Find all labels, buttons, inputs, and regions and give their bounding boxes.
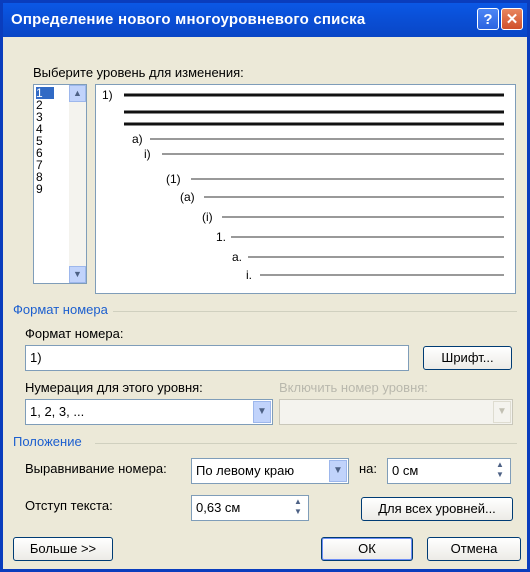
preview-label-7: 1. bbox=[216, 230, 226, 244]
indent-spinbox[interactable]: 0,63 см ▲ ▼ bbox=[191, 495, 309, 521]
all-levels-button[interactable]: Для всех уровней... bbox=[361, 497, 513, 521]
level-scrollbar[interactable]: ▲ ▼ bbox=[69, 85, 86, 283]
preview-label-5: (а) bbox=[180, 190, 195, 204]
close-icon: ✕ bbox=[505, 11, 519, 28]
include-level-label: Включить номер уровня: bbox=[279, 380, 428, 395]
help-button[interactable]: ? bbox=[477, 8, 499, 30]
more-button[interactable]: Больше >> bbox=[13, 537, 113, 561]
preview-label-4: (1) bbox=[166, 172, 181, 186]
section-divider bbox=[95, 443, 517, 444]
chevron-down-icon[interactable]: ▼ bbox=[329, 460, 347, 482]
scroll-up-icon[interactable]: ▲ bbox=[69, 85, 86, 102]
font-button[interactable]: Шрифт... bbox=[423, 346, 512, 370]
list-preview: 1) а) i) (1) (а) (i) 1. а. i. bbox=[95, 84, 516, 294]
chevron-down-icon[interactable]: ▼ bbox=[253, 401, 271, 423]
at-value: 0 см bbox=[392, 463, 419, 478]
include-level-select: ▼ bbox=[279, 399, 513, 425]
alignment-value: По левому краю bbox=[196, 463, 295, 478]
number-format-section-title: Формат номера bbox=[13, 302, 108, 317]
ok-button[interactable]: ОК bbox=[321, 537, 413, 561]
position-section-title: Положение bbox=[13, 434, 82, 449]
spin-arrows-icon[interactable]: ▲ ▼ bbox=[491, 460, 509, 482]
spin-arrows-icon[interactable]: ▲ ▼ bbox=[289, 497, 307, 519]
at-label: на: bbox=[359, 461, 378, 476]
section-divider bbox=[113, 311, 517, 312]
alignment-select[interactable]: По левому краю ▼ bbox=[191, 458, 349, 484]
alignment-label: Выравнивание номера: bbox=[25, 461, 167, 476]
indent-label: Отступ текста: bbox=[25, 498, 113, 513]
preview-label-1: 1) bbox=[102, 88, 113, 102]
preview-label-2: а) bbox=[132, 132, 143, 146]
help-icon: ? bbox=[483, 11, 493, 28]
format-label: Формат номера: bbox=[25, 326, 124, 341]
indent-value: 0,63 см bbox=[196, 500, 241, 515]
preview-label-3: i) bbox=[144, 147, 151, 161]
preview-label-8: а. bbox=[232, 250, 242, 264]
title-bar: Определение нового многоуровневого списк… bbox=[3, 3, 527, 37]
at-spinbox[interactable]: 0 см ▲ ▼ bbox=[387, 458, 511, 484]
numbering-label: Нумерация для этого уровня: bbox=[25, 380, 203, 395]
level-item[interactable]: 9 bbox=[36, 183, 54, 195]
numbering-value: 1, 2, 3, ... bbox=[30, 404, 85, 419]
dialog-window: Определение нового многоуровневого списк… bbox=[0, 0, 530, 572]
preview-lines: 1) а) i) (1) (а) (i) 1. а. i. bbox=[102, 88, 504, 282]
numbering-select[interactable]: 1, 2, 3, ... ▼ bbox=[25, 399, 273, 425]
preview-label-6: (i) bbox=[202, 210, 213, 224]
scroll-down-icon[interactable]: ▼ bbox=[69, 266, 86, 283]
level-select-label: Выберите уровень для изменения: bbox=[33, 65, 244, 80]
window-title: Определение нового многоуровневого списк… bbox=[11, 11, 366, 28]
chevron-down-icon: ▼ bbox=[493, 401, 511, 423]
level-listbox[interactable]: 1 2 3 4 5 6 7 8 9 ▲ ▼ bbox=[33, 84, 87, 284]
preview-label-9: i. bbox=[246, 268, 252, 282]
format-input[interactable]: 1) bbox=[25, 345, 409, 371]
close-button[interactable]: ✕ bbox=[501, 8, 523, 30]
cancel-button[interactable]: Отмена bbox=[427, 537, 521, 561]
